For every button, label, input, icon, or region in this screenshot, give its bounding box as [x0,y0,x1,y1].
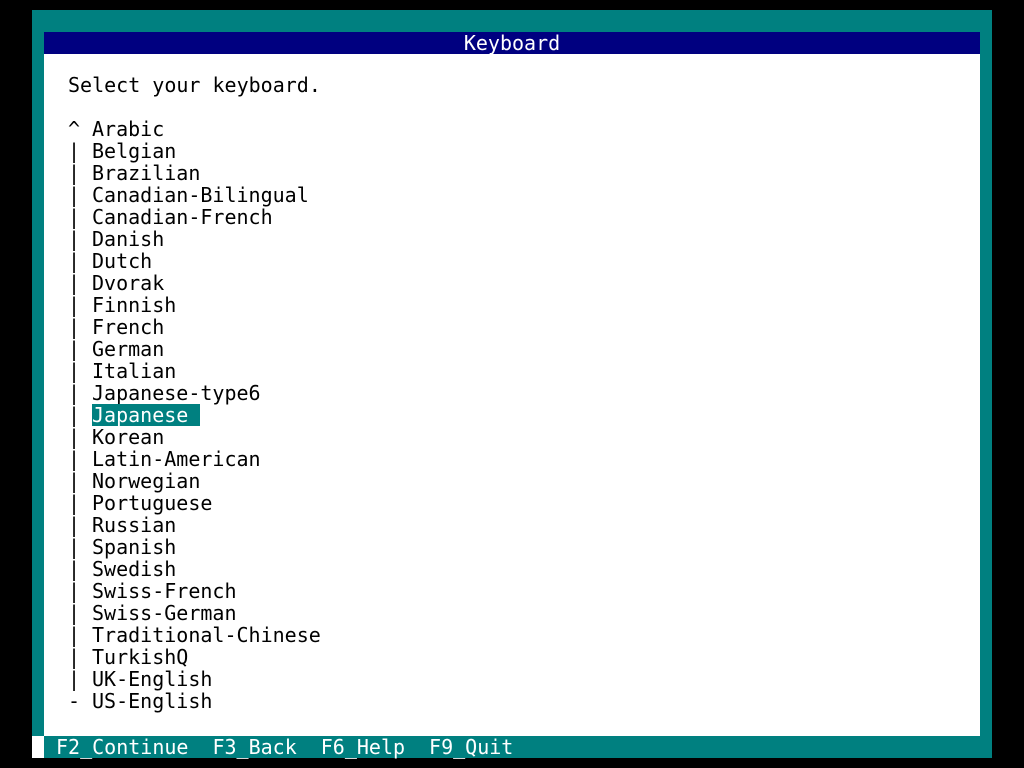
scroll-marker: | [68,293,81,317]
scroll-marker: | [68,271,81,295]
prompt-text: Select your keyboard. [68,73,321,97]
keyboard-option[interactable]: | UK-English [68,668,333,690]
keyboard-option-label: Dutch [92,249,153,273]
keyboard-option[interactable]: | Russian [68,514,333,536]
scroll-marker: | [68,491,81,515]
scroll-marker: | [68,425,81,449]
scroll-marker: | [68,315,81,339]
keyboard-option-label: Canadian-Bilingual [92,183,309,207]
keyboard-option[interactable]: | Swedish [68,558,333,580]
keyboard-list[interactable]: ^ Arabic | Belgian | Brazilian | Canadian-Bilin… [68,118,333,712]
keyboard-option[interactable]: | Finnish [68,294,333,316]
keyboard-option[interactable]: | Latin-American [68,448,333,470]
scroll-marker: - [68,689,81,713]
keyboard-option-label: Korean [92,425,165,449]
keyboard-option-label: Swiss-French [92,579,237,603]
keyboard-option-label: Traditional-Chinese [92,623,321,647]
quit-key[interactable]: F9_Quit [429,736,513,758]
keyboard-option-label: Danish [92,227,165,251]
keyboard-option-label: Japanese [92,404,201,426]
keyboard-option-label: Italian [92,359,177,383]
scroll-marker: | [68,513,81,537]
keyboard-option-label: Brazilian [92,161,201,185]
scroll-marker: | [68,469,81,493]
keyboard-option[interactable]: | German [68,338,333,360]
keyboard-option[interactable]: | Belgian [68,140,333,162]
keyboard-option-label: UK-English [92,667,213,691]
keyboard-option-label: Portuguese [92,491,213,515]
scroll-marker: | [68,139,81,163]
keyboard-option-label: Swiss-German [92,601,237,625]
keyboard-option[interactable]: | Dvorak [68,272,333,294]
keyboard-option-label: Belgian [92,139,177,163]
scroll-marker: | [68,447,81,471]
keyboard-option-label: Spanish [92,535,177,559]
keyboard-option[interactable]: - US-English [68,690,333,712]
scroll-marker: | [68,667,81,691]
scroll-marker: | [68,557,81,581]
scroll-marker: | [68,535,81,559]
keyboard-option-label: Russian [92,513,177,537]
keyboard-option[interactable]: | Swiss-German [68,602,333,624]
scroll-marker: | [68,183,81,207]
dialog-title: Keyboard [44,32,980,54]
scroll-marker: | [68,337,81,361]
scroll-marker: | [68,381,81,405]
keyboard-option-label: German [92,337,165,361]
keyboard-option[interactable]: | Spanish [68,536,333,558]
keyboard-option[interactable]: | Danish [68,228,333,250]
keyboard-option-label: Arabic [92,117,165,141]
keyboard-option-label: Norwegian [92,469,201,493]
keyboard-option[interactable]: | Canadian-Bilingual [68,184,333,206]
keyboard-option[interactable]: | Portuguese [68,492,333,514]
keyboard-option[interactable]: | Traditional-Chinese [68,624,333,646]
scroll-marker: | [68,161,81,185]
keyboard-option[interactable]: | Brazilian [68,162,333,184]
keyboard-option-label: French [92,315,165,339]
keyboard-option-label: US-English [92,689,213,713]
scroll-marker: | [68,601,81,625]
keyboard-option[interactable]: | French [68,316,333,338]
keyboard-option[interactable]: | Korean [68,426,333,448]
keyboard-option[interactable]: | Japanese-type6 [68,382,333,404]
footer-left-edge [32,736,44,758]
scroll-marker: | [68,623,81,647]
keyboard-option[interactable]: ^ Arabic [68,118,333,140]
scroll-marker: ^ [68,117,81,141]
function-key-bar: F2_Continue F3_Back F6_Help F9_Quit [44,736,980,758]
keyboard-option-label: Swedish [92,557,177,581]
keyboard-option-label: Dvorak [92,271,165,295]
keyboard-option[interactable]: | Dutch [68,250,333,272]
scroll-marker: | [68,205,81,229]
scroll-marker: | [68,227,81,251]
keyboard-option[interactable]: | Canadian-French [68,206,333,228]
scroll-marker: | [68,579,81,603]
keyboard-option-label: Latin-American [92,447,261,471]
keyboard-option-label: Finnish [92,293,177,317]
keyboard-option-label: Canadian-French [92,205,273,229]
scroll-marker: | [68,403,81,427]
continue-key[interactable]: F2_Continue [56,736,188,758]
back-key[interactable]: F3_Back [212,736,296,758]
help-key[interactable]: F6_Help [321,736,405,758]
scroll-marker: | [68,359,81,383]
keyboard-option[interactable]: | Swiss-French [68,580,333,602]
keyboard-option[interactable]: | Italian [68,360,333,382]
keyboard-option[interactable]: | Japanese [68,404,333,426]
scroll-marker: | [68,249,81,273]
scroll-marker: | [68,645,81,669]
keyboard-option-label: Japanese-type6 [92,381,261,405]
keyboard-option-label: TurkishQ [92,645,189,669]
keyboard-option[interactable]: | Norwegian [68,470,333,492]
keyboard-option[interactable]: | TurkishQ [68,646,333,668]
